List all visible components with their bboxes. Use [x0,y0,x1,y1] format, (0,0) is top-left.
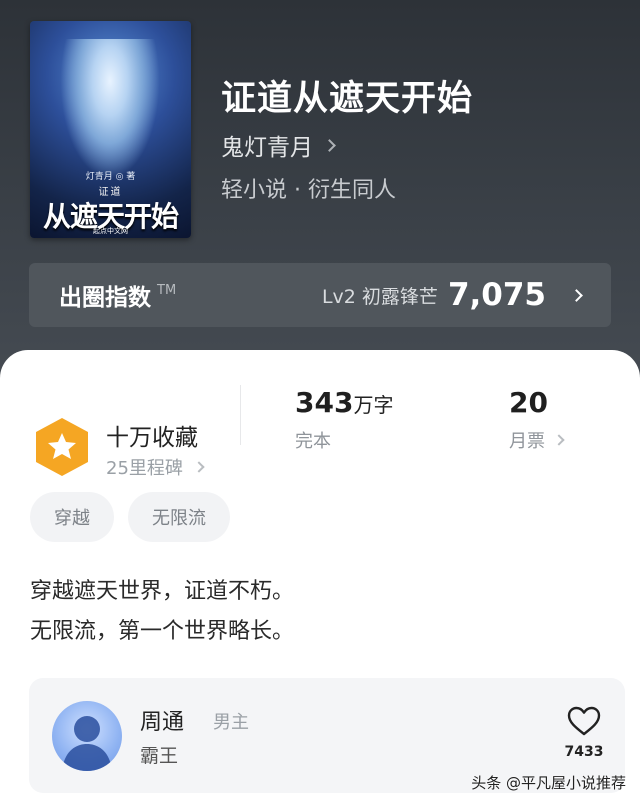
monthly-tickets-stat[interactable]: 20 月票 [509,386,565,453]
book-description: 穿越遮天世界，证道不朽。 无限流，第一个世界略长。 [30,572,294,652]
description-line: 无限流，第一个世界略长。 [30,619,295,644]
tag-chip[interactable]: 无限流 [128,492,230,542]
trademark-mark: TM [157,283,177,298]
index-label: 出圈指数 [59,285,151,311]
chevron-right-icon [323,138,336,152]
popularity-index-bar[interactable]: 出圈指数 TM Lv2 初露锋芒 7,075 [29,263,611,327]
chevron-right-icon [570,288,583,302]
book-genre: 轻小说 · 衍生同人 [221,178,396,203]
milestone-sub-label: 25里程碑 [106,458,183,479]
like-button[interactable]: 7433 [559,706,609,760]
monthly-tickets-label: 月票 [509,431,545,452]
word-count-value: 343 [295,386,354,419]
author-link[interactable]: 鬼灯青月 [221,128,336,162]
watermark: 头条 @平凡屋小说推荐 [471,774,626,792]
chevron-right-icon [193,461,205,473]
divider [240,385,241,445]
word-count-unit: 万字 [353,393,394,417]
completion-status: 完本 [295,431,331,452]
character-role: 男主 [213,712,249,733]
index-value: 7,075 [447,277,546,313]
description-line: 穿越遮天世界，证道不朽。 [30,579,295,604]
cover-publisher: 起点中文网 [93,227,128,235]
avatar [52,701,122,771]
character-name: 周通 [140,710,185,735]
author-name: 鬼灯青月 [221,135,313,161]
tag-chip[interactable]: 穿越 [30,492,114,542]
index-level: Lv2 初露锋芒 [321,285,438,308]
milestone-link[interactable]: 25里程碑 [106,454,205,480]
like-count: 7433 [564,744,604,760]
tag-list: 穿越 无限流 [30,492,230,542]
book-title: 证道从遮天开始 [221,79,474,119]
heart-icon [567,706,601,736]
book-cover[interactable]: 灯青月 ◎ 著 证道 从遮天开始 起点中文网 [30,21,191,238]
star-badge-icon [36,418,88,476]
cover-author-line: 灯青月 ◎ 著 [85,172,136,182]
milestone-title: 十万收藏 [106,425,198,451]
monthly-tickets-value: 20 [509,386,548,419]
word-count-stat: 343万字 完本 [295,386,393,453]
chevron-right-icon [553,434,565,446]
person-silhouette-icon [62,716,112,771]
cover-illustration [60,39,160,179]
character-title: 霸王 [140,745,179,767]
